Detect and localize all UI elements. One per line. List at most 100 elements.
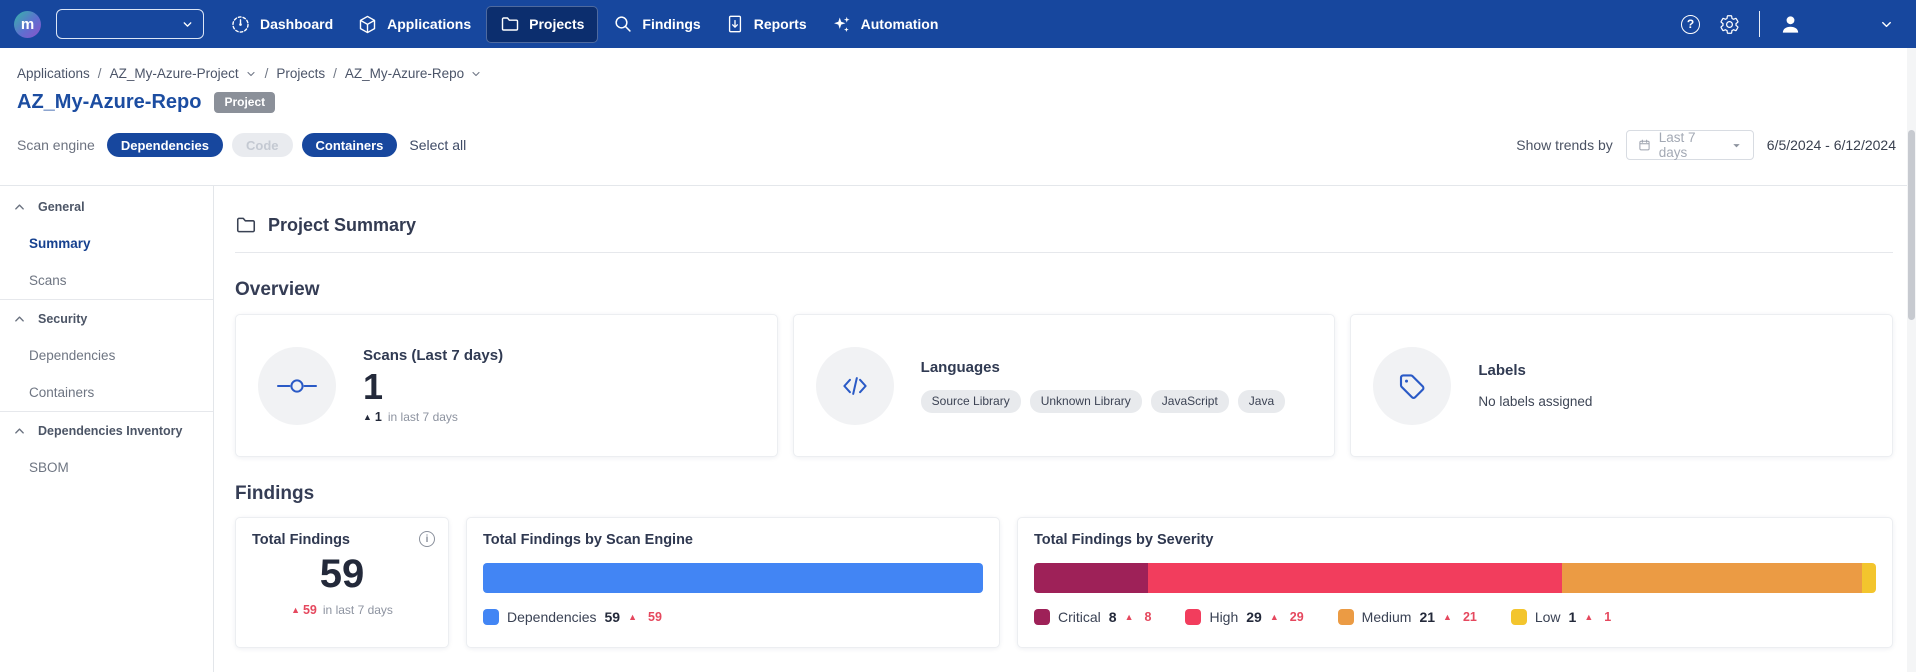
sidebar-item-dependencies[interactable]: Dependencies — [0, 337, 213, 374]
labels-card: Labels No labels assigned — [1350, 314, 1893, 457]
severity-legend-delta: 29 — [1290, 610, 1304, 624]
commit-icon — [276, 378, 318, 394]
nav-item-projects[interactable]: Projects — [486, 6, 598, 43]
sidebar-section-general[interactable]: General — [0, 188, 213, 225]
breadcrumb-separator: / — [333, 66, 337, 81]
severity-bar-segment-medium[interactable] — [1562, 563, 1862, 593]
language-tag: JavaScript — [1151, 390, 1229, 413]
nav-label: Automation — [861, 16, 939, 32]
engine-toggle-dependencies[interactable]: Dependencies — [107, 133, 223, 157]
breadcrumb-chevron-icon[interactable] — [245, 68, 257, 80]
page-title: AZ_My-Azure-Repo — [17, 91, 201, 114]
scans-card-title: Scans (Last 7 days) — [363, 347, 503, 364]
findings-by-severity-card: Total Findings by Severity Critical 8 ▲ — [1017, 517, 1893, 648]
severity-legend-item-medium: Medium 21 ▲ 21 — [1338, 609, 1477, 625]
chevron-down-icon — [181, 18, 194, 31]
severity-legend-name: Low — [1535, 609, 1561, 625]
sidebar-section-security[interactable]: Security — [0, 300, 213, 337]
severity-legend-item-low: Low 1 ▲ 1 — [1511, 609, 1611, 625]
findings-by-severity-title: Total Findings by Severity — [1034, 532, 1876, 548]
chevron-up-icon — [14, 314, 25, 324]
sidebar-item-scans[interactable]: Scans — [0, 262, 213, 299]
breadcrumb: Applications / AZ_My-Azure-Project / Pro… — [17, 66, 1900, 81]
sidebar-item-containers[interactable]: Containers — [0, 374, 213, 411]
nav-item-dashboard[interactable]: Dashboard — [218, 0, 345, 48]
breadcrumb-applications[interactable]: Applications — [17, 66, 90, 81]
trend-up-icon: ▲ — [1270, 613, 1279, 622]
findings-heading: Findings — [235, 483, 1893, 505]
nav-item-applications[interactable]: Applications — [345, 0, 483, 48]
nav-item-findings[interactable]: Findings — [601, 0, 712, 48]
labels-empty-text: No labels assigned — [1478, 394, 1592, 409]
engine-legend-delta: 59 — [648, 610, 662, 624]
sidebar-section-label: General — [38, 200, 85, 214]
breadcrumb-chevron-icon[interactable] — [470, 68, 482, 80]
trend-up-icon: ▲ — [363, 413, 372, 422]
severity-legend-swatch — [1338, 609, 1354, 625]
org-selector[interactable] — [56, 9, 204, 39]
severity-legend-delta: 21 — [1463, 610, 1477, 624]
languages-card: Languages Source Library Unknown Library… — [793, 314, 1336, 457]
breadcrumb-projects[interactable]: Projects — [276, 66, 325, 81]
sidebar-section-dependencies-inventory[interactable]: Dependencies Inventory — [0, 412, 213, 449]
select-all-link[interactable]: Select all — [409, 137, 466, 153]
severity-bar-segment-low[interactable] — [1862, 563, 1876, 593]
breadcrumb-separator: / — [265, 66, 269, 81]
folder-icon — [235, 214, 257, 236]
severity-legend-name: Critical — [1058, 609, 1101, 625]
sidebar-item-sbom[interactable]: SBOM — [0, 449, 213, 486]
user-icon[interactable] — [1779, 13, 1802, 36]
help-icon[interactable]: ? — [1681, 15, 1700, 34]
chevron-up-icon — [14, 426, 25, 436]
trends-period-dropdown[interactable]: Last 7 days — [1626, 130, 1754, 160]
breadcrumb-project[interactable]: AZ_My-Azure-Project — [110, 66, 239, 81]
labels-card-title: Labels — [1478, 362, 1592, 379]
trend-up-icon: ▲ — [628, 613, 637, 622]
severity-bar-segment-high[interactable] — [1148, 563, 1562, 593]
total-findings-delta: 59 — [303, 603, 317, 617]
code-icon — [839, 372, 871, 400]
scans-icon-circle — [258, 347, 336, 425]
findings-by-engine-title: Total Findings by Scan Engine — [483, 532, 983, 548]
nav-item-automation[interactable]: Automation — [819, 0, 951, 48]
trend-up-icon: ▲ — [1125, 613, 1134, 622]
gear-icon[interactable] — [1719, 14, 1740, 35]
labels-icon-circle — [1373, 347, 1451, 425]
languages-card-title: Languages — [921, 359, 1285, 376]
engine-legend-name: Dependencies — [507, 609, 597, 625]
date-range: 6/5/2024 - 6/12/2024 — [1767, 137, 1896, 153]
engine-toggle-code: Code — [232, 133, 293, 157]
findings-by-engine-card: Total Findings by Scan Engine Dependenci… — [466, 517, 1000, 648]
sidebar: General Summary Scans Security Dependenc… — [0, 186, 214, 672]
mend-logo[interactable]: m — [14, 11, 41, 38]
project-summary-title: Project Summary — [268, 215, 416, 236]
nav-label: Dashboard — [260, 16, 333, 32]
app-window: m Dashboard Applications Projects Findin… — [0, 0, 1916, 672]
account-menu-chevron-icon[interactable] — [1879, 17, 1894, 32]
engine-bar[interactable] — [483, 563, 983, 593]
show-trends-by-label: Show trends by — [1516, 137, 1613, 153]
severity-legend-name: Medium — [1362, 609, 1412, 625]
engine-legend-swatch — [483, 609, 499, 625]
top-navigation-bar: m Dashboard Applications Projects Findin… — [0, 0, 1916, 48]
search-icon — [613, 14, 633, 34]
breadcrumb-repo[interactable]: AZ_My-Azure-Repo — [345, 66, 464, 81]
report-document-icon — [725, 14, 745, 34]
total-findings-value: 59 — [252, 552, 432, 597]
language-tag: Java — [1238, 390, 1285, 413]
scrollbar-thumb[interactable] — [1908, 130, 1915, 320]
nav-right-cluster: ? — [1681, 11, 1902, 37]
info-icon[interactable]: i — [419, 531, 435, 547]
severity-legend-value: 21 — [1419, 609, 1435, 625]
scan-engine-label: Scan engine — [17, 137, 95, 153]
delta-suffix: in last 7 days — [388, 410, 458, 424]
nav-item-reports[interactable]: Reports — [713, 0, 819, 48]
vertical-scrollbar[interactable] — [1907, 48, 1916, 672]
engine-toggle-containers[interactable]: Containers — [302, 133, 398, 157]
nav-label: Reports — [754, 16, 807, 32]
scans-count: 1 — [363, 366, 503, 407]
sidebar-item-summary[interactable]: Summary — [0, 225, 213, 262]
severity-bar-segment-critical[interactable] — [1034, 563, 1148, 593]
cube-icon — [357, 14, 378, 35]
divider — [235, 252, 1893, 253]
